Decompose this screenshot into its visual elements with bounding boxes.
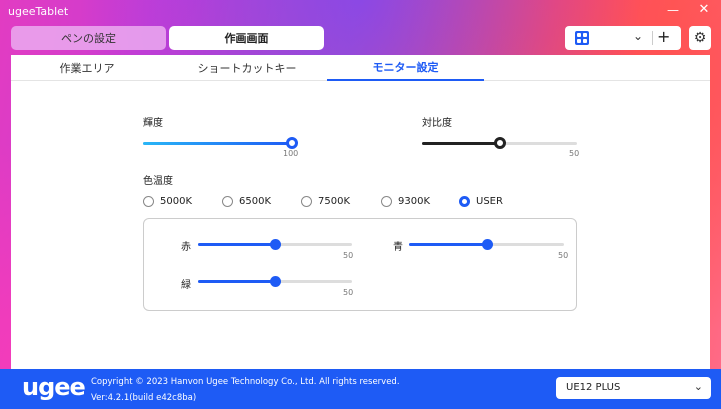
blue-value: 50: [558, 251, 569, 260]
radio-label: 6500K: [239, 195, 272, 207]
brightness-fill: [143, 142, 292, 145]
brightness-thumb[interactable]: [286, 137, 298, 149]
green-slider[interactable]: [198, 276, 352, 287]
red-thumb[interactable]: [270, 239, 281, 250]
contrast-fill: [422, 142, 500, 145]
radio-circle: [301, 195, 312, 207]
green-thumb[interactable]: [270, 276, 281, 287]
chevron-down-icon: ⌄: [693, 380, 703, 393]
radio-label: 5000K: [160, 195, 193, 207]
chevron-down-icon[interactable]: ⌄: [633, 29, 643, 43]
radio-circle: [459, 195, 470, 207]
radio-label: USER: [476, 195, 503, 207]
title-bar: ugeeTablet — ✕: [0, 0, 721, 22]
app-grid-icon: [575, 31, 589, 45]
minimize-button[interactable]: —: [663, 1, 683, 19]
radio-label: 9300K: [398, 195, 431, 207]
green-fill: [198, 280, 275, 283]
version-text: Ver:4.2.1(build e42c8ba): [91, 393, 197, 403]
contrast-value: 50: [569, 149, 580, 158]
radio-circle: [381, 195, 392, 207]
tab-work-area[interactable]: 作業エリア: [11, 55, 163, 81]
red-slider[interactable]: [198, 239, 352, 250]
user-rgb-panel: [143, 218, 577, 311]
device-name: UE12 PLUS: [566, 382, 621, 393]
green-value: 50: [343, 288, 354, 297]
radio-circle: [143, 195, 154, 207]
contrast-label: 対比度: [422, 118, 452, 129]
device-select[interactable]: UE12 PLUS ⌄: [556, 377, 711, 399]
red-value: 50: [343, 251, 354, 260]
sub-tabs: 作業エリア ショートカットキー モニター設定: [11, 55, 710, 81]
radio-6500k[interactable]: 6500K: [222, 194, 271, 208]
tab-drawing-display[interactable]: 作画画面: [169, 26, 324, 50]
brightness-label: 輝度: [143, 118, 163, 129]
radio-user[interactable]: USER: [459, 194, 503, 208]
blue-fill: [409, 243, 487, 246]
tab-monitor-settings[interactable]: モニター設定: [327, 55, 484, 81]
radio-circle: [222, 195, 233, 207]
radio-5000k[interactable]: 5000K: [143, 194, 192, 208]
add-app-button[interactable]: +: [657, 27, 670, 46]
ugee-logo: ugee: [22, 373, 86, 401]
app-title: ugeeTablet: [8, 5, 69, 18]
divider: [652, 31, 653, 45]
close-button[interactable]: ✕: [694, 1, 714, 19]
color-temp-label: 色温度: [143, 176, 173, 187]
green-label: 緑: [181, 280, 191, 291]
blue-label: 青: [393, 242, 403, 253]
blue-thumb[interactable]: [481, 239, 493, 250]
app-selector[interactable]: ⌄ +: [565, 26, 681, 50]
tab-shortcut-keys[interactable]: ショートカットキー: [171, 55, 323, 81]
main-panel: 作業エリア ショートカットキー モニター設定 輝度 100 対比度 50 色温度…: [11, 55, 710, 369]
red-label: 赤: [181, 242, 191, 253]
contrast-thumb[interactable]: [493, 137, 506, 149]
blue-slider[interactable]: [409, 239, 564, 250]
footer: ugee Copyright © 2023 Hanvon Ugee Techno…: [0, 369, 721, 409]
brightness-value: 100: [283, 149, 299, 158]
copyright-text: Copyright © 2023 Hanvon Ugee Technology …: [91, 377, 400, 387]
radio-7500k[interactable]: 7500K: [301, 194, 350, 208]
gear-icon[interactable]: ⚙: [689, 26, 711, 50]
brightness-slider[interactable]: [143, 137, 298, 149]
radio-label: 7500K: [318, 195, 351, 207]
contrast-slider[interactable]: [422, 137, 577, 149]
red-fill: [198, 243, 275, 246]
tab-pen-settings[interactable]: ペンの設定: [11, 26, 166, 50]
radio-9300k[interactable]: 9300K: [381, 194, 430, 208]
